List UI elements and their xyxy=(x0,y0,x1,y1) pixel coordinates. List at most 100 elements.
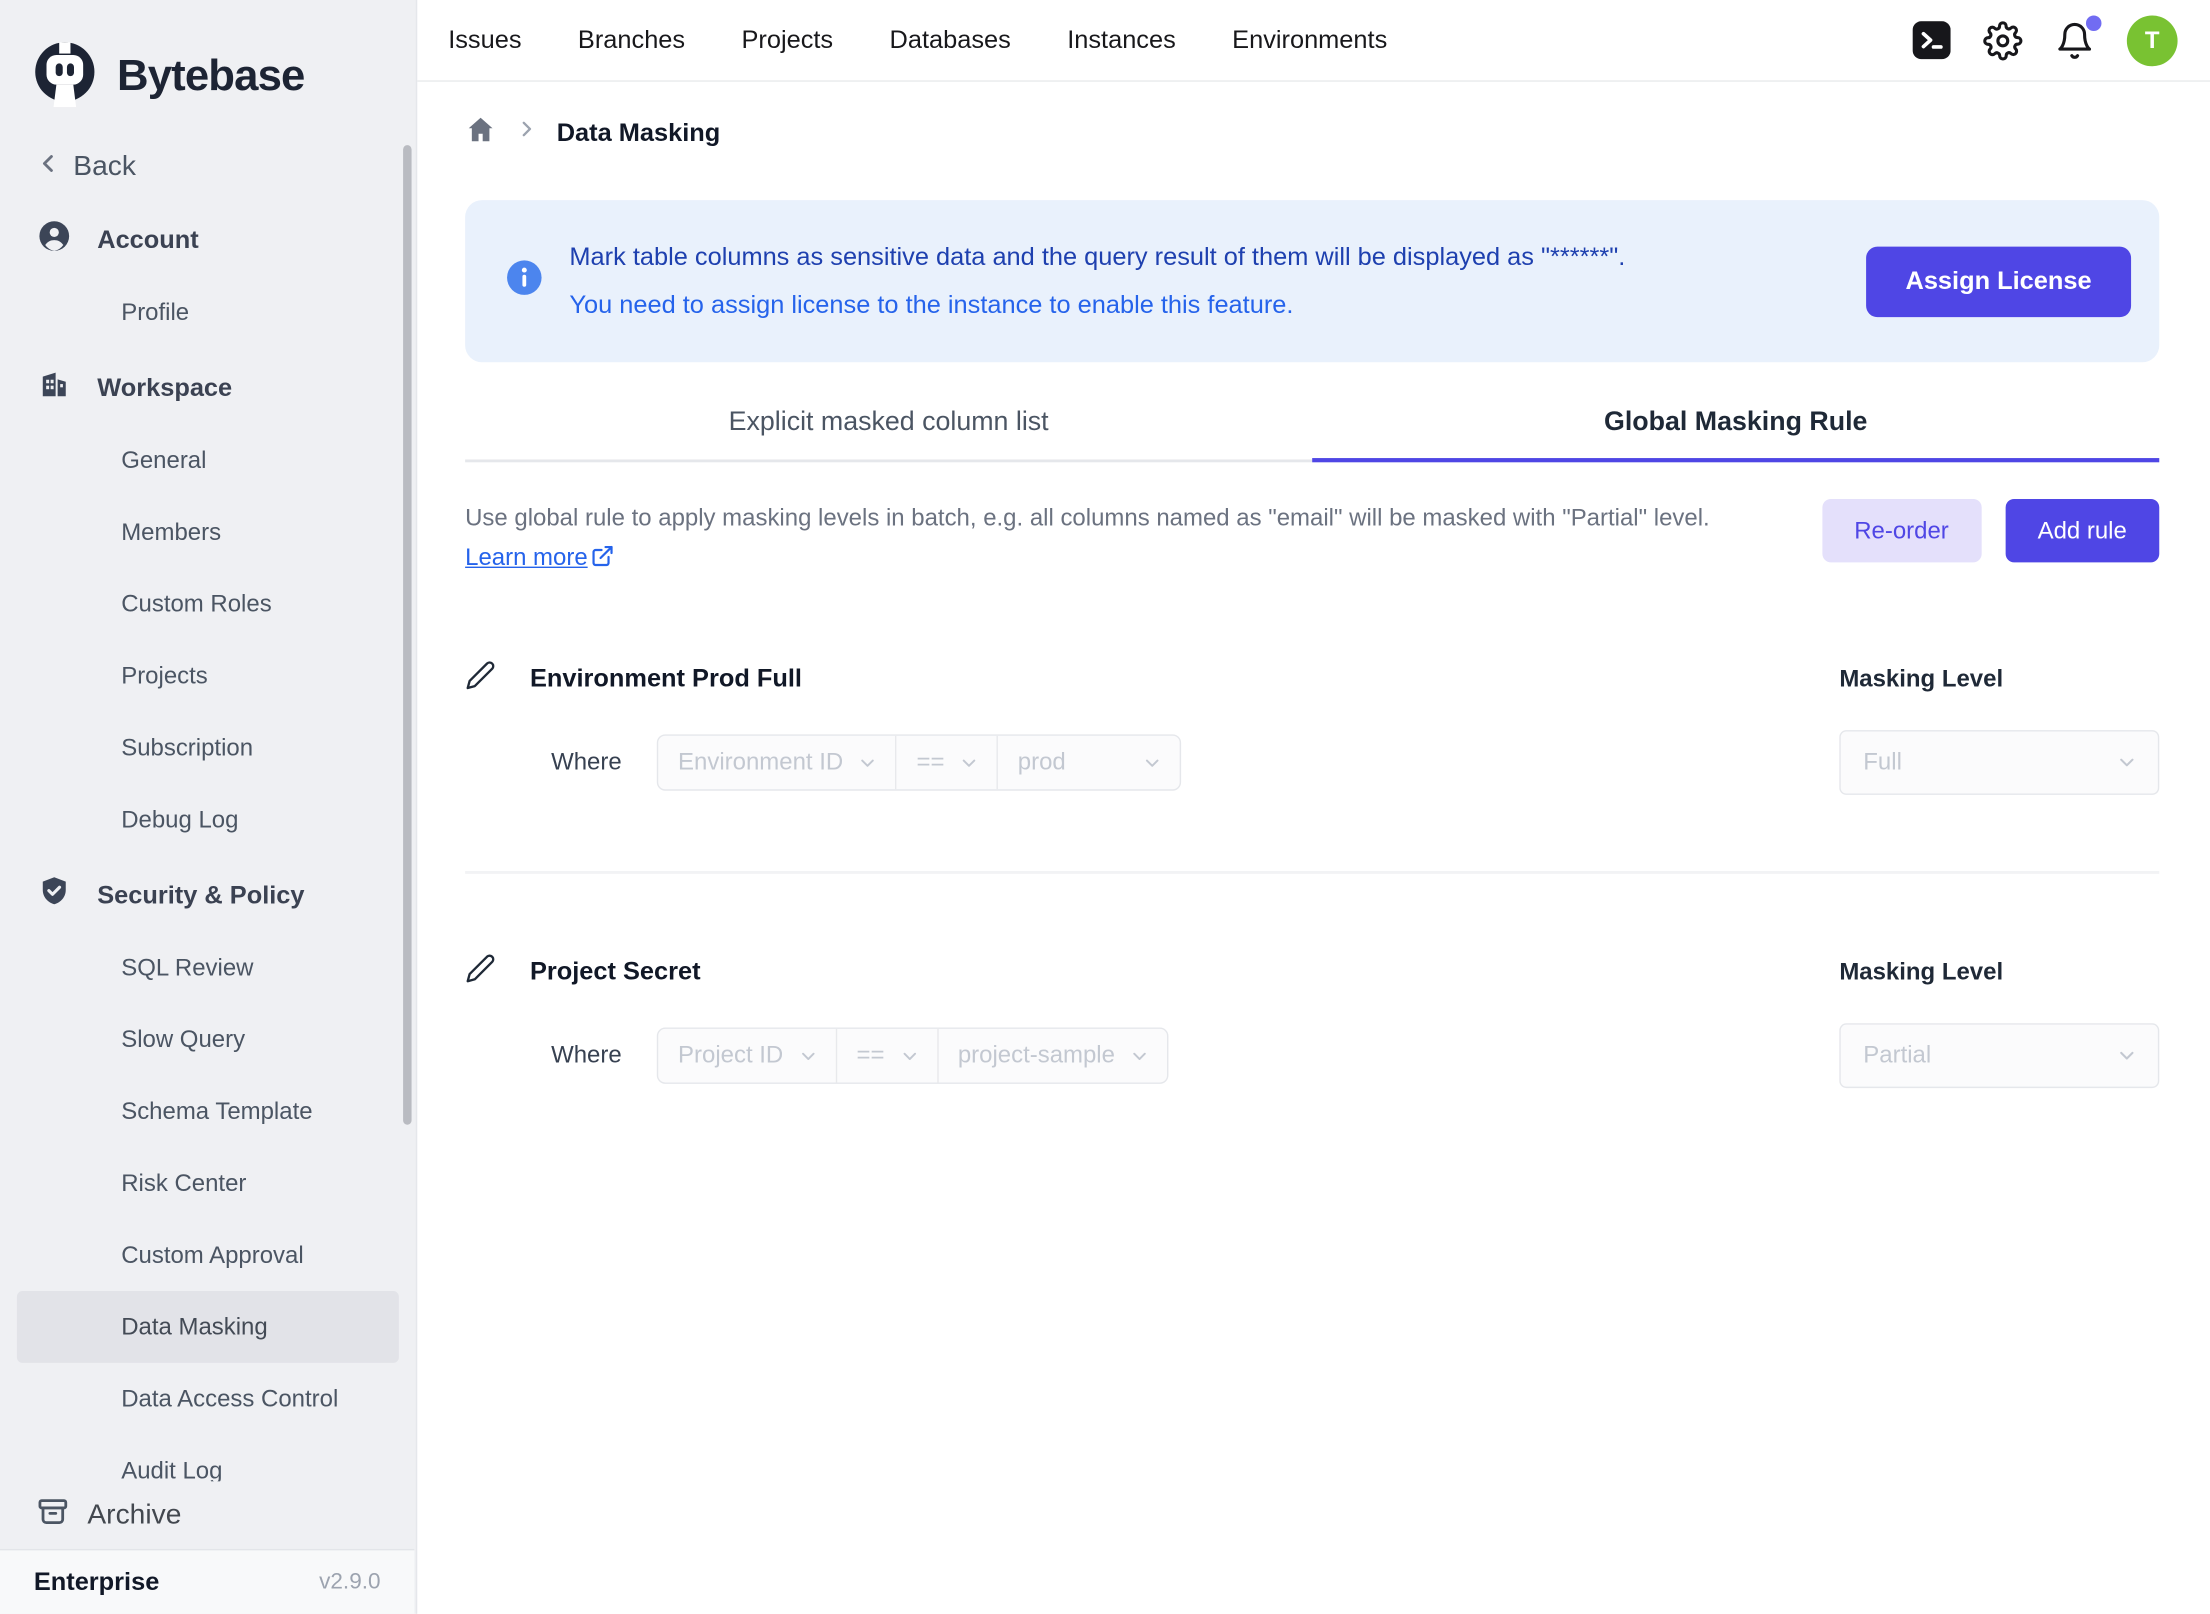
avatar[interactable]: T xyxy=(2127,15,2178,66)
value-value: project-sample xyxy=(958,1042,1115,1070)
sidebar-section-account: Account xyxy=(0,203,416,276)
sidebar-nav: Account Profile Workspace General Member… xyxy=(0,197,416,1506)
sidebar-scrollbar[interactable] xyxy=(403,145,411,1125)
sidebar-item-data-masking[interactable]: Data Masking xyxy=(17,1291,399,1363)
masking-rule: Project Secret Masking Level Where Proje… xyxy=(465,953,2159,1088)
building-icon xyxy=(38,368,70,407)
archive-label: Archive xyxy=(87,1499,181,1531)
nav-item-databases[interactable]: Databases xyxy=(890,25,1011,55)
app: Bytebase Back Account Profile Workspace xyxy=(0,0,2210,1614)
reorder-button[interactable]: Re-order xyxy=(1822,499,1981,562)
sql-editor-terminal-icon[interactable] xyxy=(1913,21,1951,59)
nav-item-issues[interactable]: Issues xyxy=(448,25,521,55)
chevron-left-icon xyxy=(34,149,62,184)
sidebar-item-projects[interactable]: Projects xyxy=(17,640,399,712)
info-icon xyxy=(505,258,544,305)
section-label: Workspace xyxy=(97,373,232,403)
nav-item-instances[interactable]: Instances xyxy=(1067,25,1176,55)
value-value: prod xyxy=(1018,748,1066,776)
sidebar-item-slow-query[interactable]: Slow Query xyxy=(17,1004,399,1076)
rules-description: Use global rule to apply masking levels … xyxy=(465,499,1804,581)
tab-global-masking-rule[interactable]: Global Masking Rule xyxy=(1312,407,2159,462)
pencil-edit-icon[interactable] xyxy=(465,660,496,698)
page-content: Data Masking Mark table columns as sensi… xyxy=(417,82,2210,1088)
topnav-actions: T xyxy=(1913,15,2178,66)
sidebar-item-profile[interactable]: Profile xyxy=(17,276,399,348)
section-label: Security & Policy xyxy=(97,880,304,910)
learn-more-link[interactable]: Learn more xyxy=(465,544,614,571)
sidebar-item-debug-log[interactable]: Debug Log xyxy=(17,784,399,856)
rule-header: Environment Prod Full Masking Level xyxy=(465,660,2159,698)
chevron-down-icon xyxy=(797,1045,818,1066)
attribute-select[interactable]: Environment ID xyxy=(658,736,896,790)
sidebar-section-security-policy: Security & Policy xyxy=(0,858,416,931)
tab-explicit-masked-column-list[interactable]: Explicit masked column list xyxy=(465,407,1312,462)
user-circle-icon xyxy=(38,220,70,259)
top-navigation: Issues Branches Projects Databases Insta… xyxy=(417,0,2210,82)
attribute-value: Environment ID xyxy=(678,748,843,776)
condition-group: Project ID == project-sample xyxy=(657,1027,1169,1083)
notifications-bell-icon[interactable] xyxy=(2055,20,2094,59)
masking-rule: Environment Prod Full Masking Level Wher… xyxy=(465,660,2159,795)
sidebar-item-members[interactable]: Members xyxy=(17,496,399,568)
chevron-down-icon xyxy=(959,752,980,773)
operator-value: == xyxy=(857,1042,885,1070)
nav-item-branches[interactable]: Branches xyxy=(578,25,685,55)
banner-text: Mark table columns as sensitive data and… xyxy=(569,242,1625,320)
sidebar-item-sql-review[interactable]: SQL Review xyxy=(17,932,399,1004)
sidebar-item-subscription[interactable]: Subscription xyxy=(17,712,399,784)
nav-item-environments[interactable]: Environments xyxy=(1232,25,1387,55)
add-rule-button[interactable]: Add rule xyxy=(2005,499,2159,562)
masking-level-label: Masking Level xyxy=(1839,958,2159,986)
home-icon[interactable] xyxy=(465,113,496,151)
sidebar-item-schema-template[interactable]: Schema Template xyxy=(17,1075,399,1147)
sidebar-item-custom-approval[interactable]: Custom Approval xyxy=(17,1219,399,1291)
back-button[interactable]: Back xyxy=(0,135,416,197)
notification-dot xyxy=(2086,15,2102,31)
rules-description-text: Use global rule to apply masking levels … xyxy=(465,505,1710,532)
chevron-down-icon xyxy=(1129,1045,1150,1066)
sidebar-item-archive[interactable]: Archive xyxy=(0,1481,414,1549)
value-select[interactable]: project-sample xyxy=(938,1029,1167,1083)
rule-title: Environment Prod Full xyxy=(530,664,802,694)
attribute-select[interactable]: Project ID xyxy=(658,1029,836,1083)
masking-level-value: Full xyxy=(1863,748,1902,776)
nav-item-projects[interactable]: Projects xyxy=(741,25,833,55)
where-label: Where xyxy=(551,734,622,790)
banner-line2: You need to assign license to the instan… xyxy=(569,290,1625,320)
masking-level-value: Partial xyxy=(1863,1042,1931,1070)
rule-condition-row: Where Project ID == project-sample Parti… xyxy=(465,1027,2159,1088)
brand-logo[interactable]: Bytebase xyxy=(0,0,416,124)
breadcrumb: Data Masking xyxy=(465,107,2159,158)
sidebar-section-workspace: Workspace xyxy=(0,351,416,424)
masking-level-select[interactable]: Partial xyxy=(1839,1023,2159,1088)
masking-level-select[interactable]: Full xyxy=(1839,730,2159,795)
banner-line1: Mark table columns as sensitive data and… xyxy=(569,242,1625,272)
pencil-edit-icon[interactable] xyxy=(465,953,496,991)
sidebar-item-data-access-control[interactable]: Data Access Control xyxy=(17,1363,399,1435)
plan-name: Enterprise xyxy=(34,1567,160,1597)
chevron-right-icon xyxy=(516,118,537,146)
app-version: v2.9.0 xyxy=(319,1569,380,1594)
topnav-links: Issues Branches Projects Databases Insta… xyxy=(448,25,1387,55)
plan-bar: Enterprise v2.9.0 xyxy=(0,1549,414,1614)
sidebar-item-risk-center[interactable]: Risk Center xyxy=(17,1147,399,1219)
sidebar-item-custom-roles[interactable]: Custom Roles xyxy=(17,568,399,640)
condition-group: Environment ID == prod xyxy=(657,734,1181,790)
assign-license-button[interactable]: Assign License xyxy=(1866,246,2131,316)
operator-select[interactable]: == xyxy=(897,736,998,790)
masking-level-label: Masking Level xyxy=(1839,665,2159,693)
main-area: Issues Branches Projects Databases Insta… xyxy=(417,0,2210,1614)
rule-header: Project Secret Masking Level xyxy=(465,953,2159,991)
page-title: Data Masking xyxy=(557,118,721,148)
chevron-down-icon xyxy=(1142,752,1163,773)
bytebase-robot-icon xyxy=(31,39,99,114)
back-label: Back xyxy=(73,150,136,182)
sidebar-item-general[interactable]: General xyxy=(17,424,399,496)
chevron-down-icon xyxy=(2116,1044,2139,1067)
operator-select[interactable]: == xyxy=(837,1029,938,1083)
rule-title: Project Secret xyxy=(530,957,701,987)
learn-more-label: Learn more xyxy=(465,544,588,571)
settings-gear-icon[interactable] xyxy=(1983,20,2022,59)
value-select[interactable]: prod xyxy=(998,736,1180,790)
